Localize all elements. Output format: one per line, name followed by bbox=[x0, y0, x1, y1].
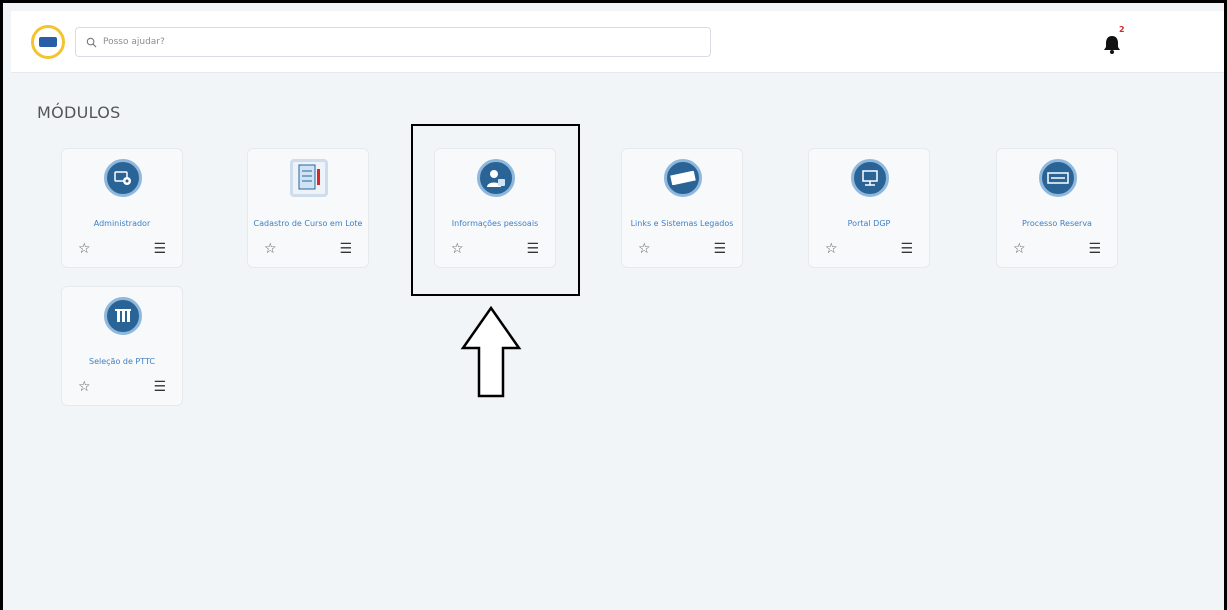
section-title: MÓDULOS bbox=[37, 103, 121, 122]
menu-icon[interactable]: ☰ bbox=[153, 241, 166, 257]
highlight-box bbox=[411, 124, 580, 296]
star-icon[interactable]: ☆ bbox=[1013, 241, 1026, 257]
star-icon[interactable]: ☆ bbox=[264, 241, 277, 257]
module-card-administrador[interactable]: Administrador ☆ ☰ bbox=[61, 148, 183, 268]
menu-icon[interactable]: ☰ bbox=[339, 241, 352, 257]
module-label: Administrador bbox=[93, 219, 151, 228]
module-label: Processo Reserva bbox=[1022, 219, 1092, 228]
search-box[interactable] bbox=[75, 27, 711, 57]
admin-settings-icon bbox=[104, 159, 142, 197]
module-card-processo-reserva[interactable]: Processo Reserva ☆ ☰ bbox=[996, 148, 1118, 268]
bell-icon[interactable] bbox=[1101, 33, 1123, 55]
pttc-building-icon bbox=[104, 297, 142, 335]
menu-icon[interactable]: ☰ bbox=[153, 379, 166, 395]
portal-monitor-icon bbox=[851, 159, 889, 197]
document-icon bbox=[290, 159, 328, 197]
notification-badge: 2 bbox=[1119, 25, 1125, 34]
star-icon[interactable]: ☆ bbox=[638, 241, 651, 257]
module-label: Portal DGP bbox=[847, 219, 891, 228]
module-label: Seleção de PTTC bbox=[89, 357, 155, 366]
app-frame: 2 MÓDULOS Administrador ☆ ☰ Cadastro de … bbox=[0, 0, 1227, 610]
module-card-selecao-pttc[interactable]: Seleção de PTTC ☆ ☰ bbox=[61, 286, 183, 406]
star-icon[interactable]: ☆ bbox=[825, 241, 838, 257]
module-label: Cadastro de Curso em Lote bbox=[253, 219, 363, 228]
menu-icon[interactable]: ☰ bbox=[900, 241, 913, 257]
legacy-stamp-icon bbox=[664, 159, 702, 197]
arrow-up-icon bbox=[460, 306, 522, 398]
search-input[interactable] bbox=[103, 37, 683, 47]
module-card-portal-dgp[interactable]: Portal DGP ☆ ☰ bbox=[808, 148, 930, 268]
app-logo[interactable] bbox=[31, 25, 65, 59]
module-label: Links e Sistemas Legados bbox=[630, 219, 734, 228]
menu-icon[interactable]: ☰ bbox=[713, 241, 726, 257]
star-icon[interactable]: ☆ bbox=[78, 241, 91, 257]
module-card-links-sistemas[interactable]: Links e Sistemas Legados ☆ ☰ bbox=[621, 148, 743, 268]
menu-icon[interactable]: ☰ bbox=[1088, 241, 1101, 257]
logo-mark bbox=[39, 37, 57, 47]
module-card-cadastro-curso[interactable]: Cadastro de Curso em Lote ☆ ☰ bbox=[247, 148, 369, 268]
reserva-stamp-icon bbox=[1039, 159, 1077, 197]
top-bar: 2 bbox=[11, 11, 1224, 73]
search-icon bbox=[86, 37, 97, 47]
star-icon[interactable]: ☆ bbox=[78, 379, 91, 395]
